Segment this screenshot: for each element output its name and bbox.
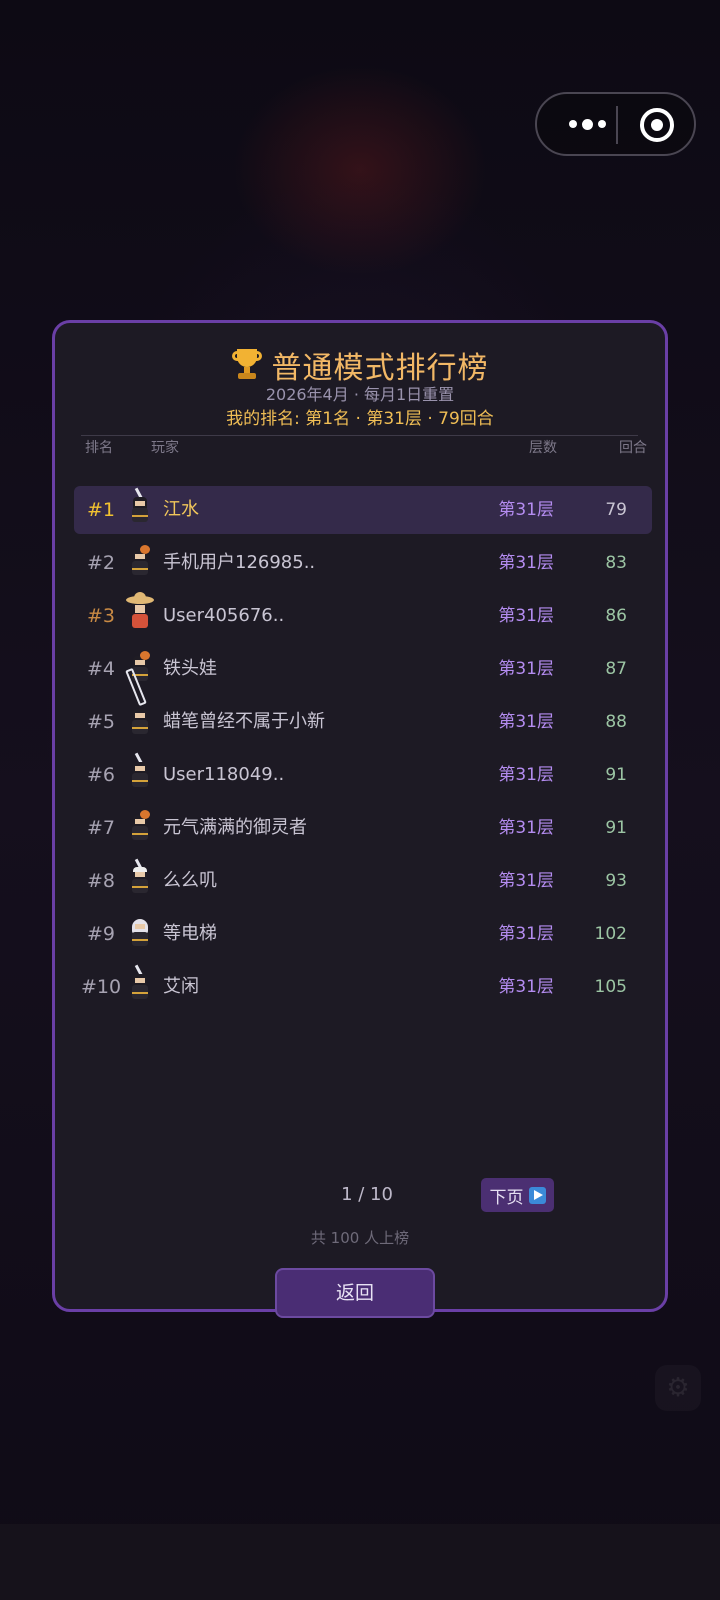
- column-header-rounds: 回合: [619, 440, 647, 456]
- miniprogram-capsule: [535, 92, 696, 156]
- row-floor: 第31层: [498, 871, 554, 891]
- row-floor: 第31层: [498, 765, 554, 785]
- trophy-icon: [231, 349, 262, 381]
- back-button[interactable]: 返回: [275, 1268, 435, 1318]
- row-floor: 第31层: [498, 500, 554, 520]
- row-player-name: 艾闲: [163, 976, 199, 997]
- play-button-icon: [528, 1186, 546, 1204]
- row-rounds: 91: [605, 818, 627, 838]
- target-close-icon[interactable]: [640, 108, 674, 142]
- row-rank: #1: [86, 499, 115, 521]
- row-rounds: 83: [605, 553, 627, 573]
- leaderboard-row: #6 User118049.. 第31层 91: [74, 751, 652, 799]
- row-floor: 第31层: [498, 553, 554, 573]
- header-divider: [81, 435, 638, 436]
- player-avatar: [125, 667, 154, 746]
- column-header-player: 玩家: [151, 440, 179, 456]
- my-rank-summary: 我的排名: 第1名 · 第31层 · 79回合: [226, 409, 494, 429]
- row-rank: #3: [86, 605, 115, 627]
- player-avatar: [126, 592, 154, 640]
- row-floor: 第31层: [498, 606, 554, 626]
- row-player-name: 手机用户126985..: [163, 552, 316, 573]
- bottom-bar: [0, 1524, 720, 1600]
- row-rank: #10: [80, 976, 122, 998]
- player-avatar: [126, 804, 154, 852]
- column-header-floor: 层数: [529, 440, 557, 456]
- row-rank: #9: [86, 923, 115, 945]
- leaderboard-row: #7 元气满满的御灵者 第31层 91: [74, 804, 652, 852]
- leaderboard-row: #3 User405676.. 第31层 86: [74, 592, 652, 640]
- leaderboard-panel: 普通模式排行榜 2026年4月 · 每月1日重置 我的排名: 第1名 · 第31…: [52, 320, 668, 1318]
- row-player-name: 蜡笔曾经不属于小新: [163, 711, 325, 732]
- row-player-name: 元气满满的御灵者: [163, 817, 307, 838]
- next-page-label: 下页: [489, 1187, 524, 1208]
- leaderboard-row: #2 手机用户126985.. 第31层 83: [74, 539, 652, 587]
- player-avatar: [126, 751, 154, 799]
- row-player-name: 么么叽: [163, 870, 217, 891]
- row-floor: 第31层: [498, 712, 554, 732]
- row-rank: #5: [86, 711, 115, 733]
- settings-gear-icon: ⚙: [655, 1365, 701, 1411]
- reset-info: 2026年4月 · 每月1日重置: [265, 385, 455, 404]
- row-floor: 第31层: [498, 659, 554, 679]
- player-avatar: [126, 963, 154, 1011]
- row-rounds: 88: [605, 712, 627, 732]
- next-page-button[interactable]: 下页: [481, 1178, 554, 1212]
- player-avatar: [126, 910, 154, 958]
- row-player-name: 铁头娃: [163, 658, 217, 679]
- player-avatar: [126, 539, 154, 587]
- row-rank: #7: [86, 817, 115, 839]
- row-rounds: 93: [605, 871, 627, 891]
- row-floor: 第31层: [498, 818, 554, 838]
- row-floor: 第31层: [498, 924, 554, 944]
- row-rounds: 86: [605, 606, 627, 626]
- leaderboard-row: #1 江水 第31层 79: [74, 486, 652, 534]
- row-player-name: 江水: [163, 499, 199, 520]
- column-header-rank: 排名: [85, 440, 113, 456]
- row-rank: #6: [86, 764, 115, 786]
- leaderboard-row: #10 艾闲 第31层 105: [74, 963, 652, 1011]
- row-player-name: User118049..: [163, 764, 285, 785]
- row-rank: #4: [86, 658, 115, 680]
- total-count: 共 100 人上榜: [310, 1229, 410, 1247]
- row-rank: #8: [86, 870, 115, 892]
- page-indicator: 1 / 10: [341, 1184, 393, 1205]
- leaderboard-row: #4 铁头娃 第31层 87: [74, 645, 652, 693]
- row-rank: #2: [86, 552, 115, 574]
- row-rounds: 79: [605, 500, 627, 520]
- leaderboard-row: #5 蜡笔曾经不属于小新 第31层 88: [74, 667, 652, 746]
- row-rounds: 91: [605, 765, 627, 785]
- row-player-name: 等电梯: [163, 923, 217, 944]
- leaderboard-row: #8 么么叽 第31层 93: [74, 857, 652, 905]
- leaderboard-row: #9 等电梯 第31层 102: [74, 910, 652, 958]
- row-player-name: User405676..: [163, 605, 285, 626]
- more-dots-icon[interactable]: [557, 94, 617, 154]
- capsule-divider: [616, 106, 618, 144]
- row-floor: 第31层: [498, 977, 554, 997]
- player-avatar: [126, 486, 154, 534]
- player-avatar: [126, 857, 154, 905]
- row-rounds: 102: [594, 924, 627, 944]
- row-rounds: 87: [605, 659, 627, 679]
- row-rounds: 105: [594, 977, 627, 997]
